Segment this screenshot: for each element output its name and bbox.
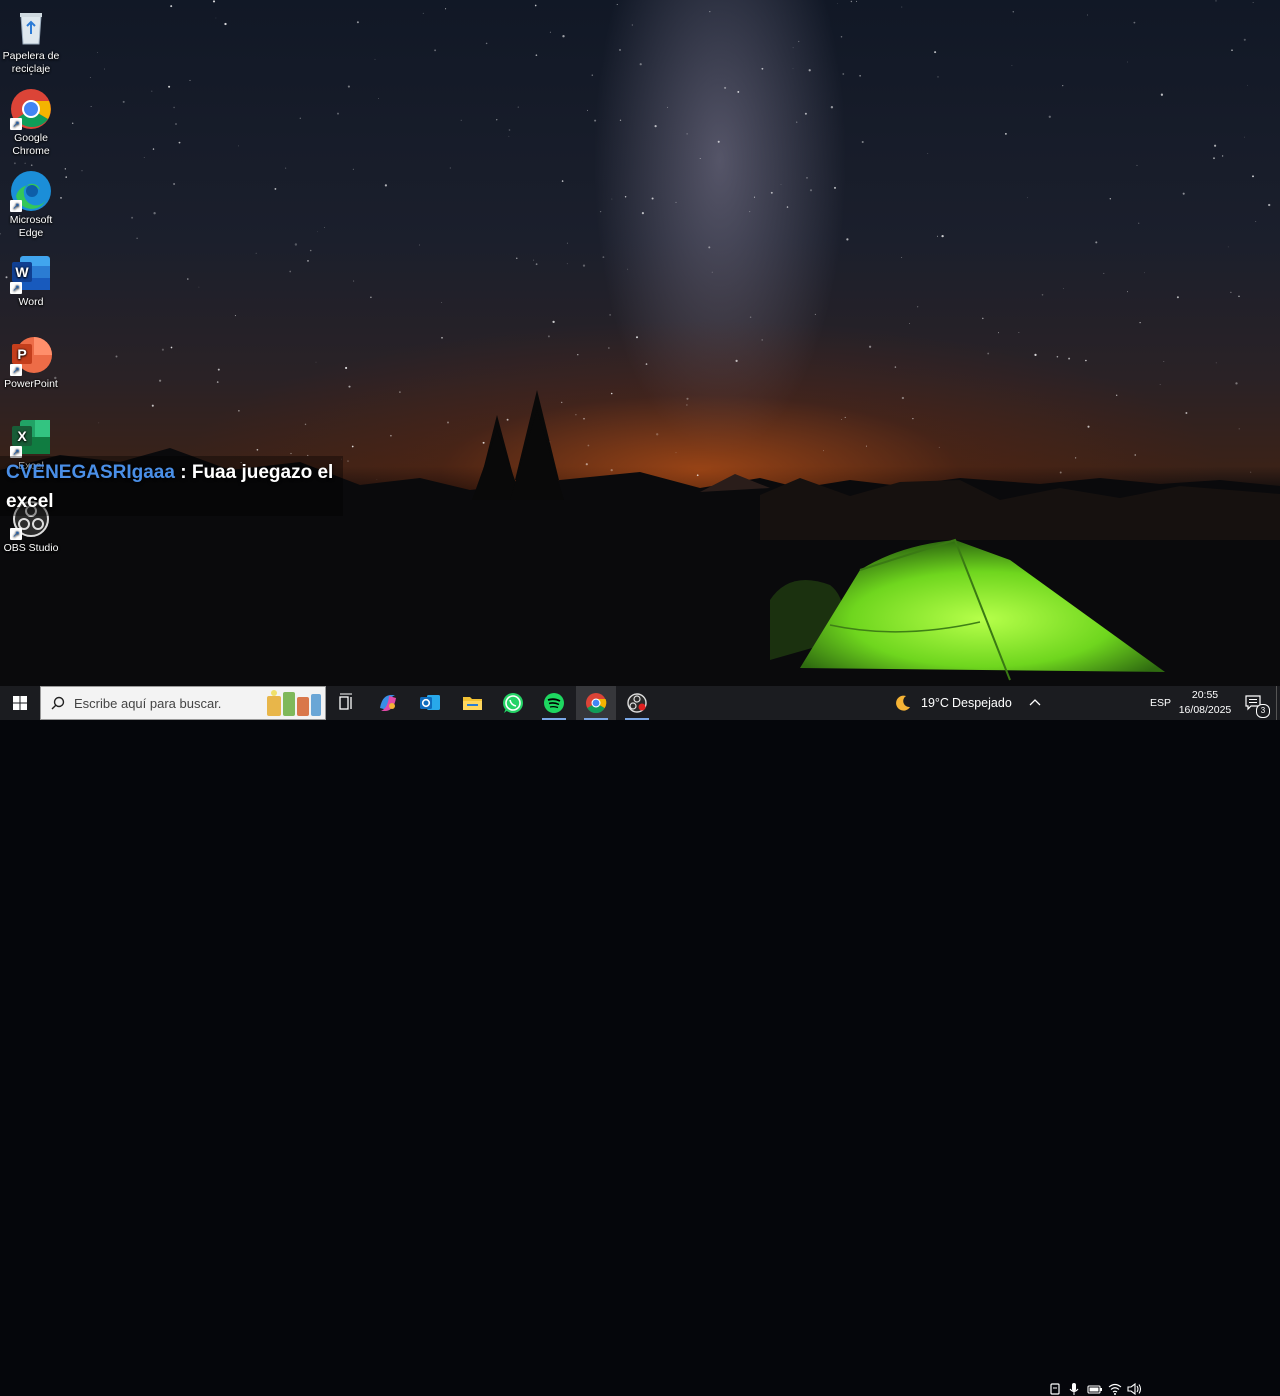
desktop-icon-label: Word: [18, 296, 44, 308]
copilot-button[interactable]: [368, 686, 408, 720]
desktop-icon-label: Microsoft Edge: [9, 214, 53, 239]
task-view-icon: [339, 693, 352, 710]
desktop-icon-label: PowerPoint: [4, 378, 58, 390]
obs-icon: [627, 693, 647, 713]
clock-time: 20:55: [1191, 689, 1219, 701]
desktop-icon-word[interactable]: W ↗ Word: [0, 248, 62, 309]
search-placeholder: Escribe aquí para buscar.: [74, 696, 222, 711]
taskbar: Escribe aquí para buscar. 19°C Despejado: [0, 686, 1280, 1396]
desktop-icon-microsoft-edge[interactable]: ↗ Microsoft Edge: [0, 166, 62, 240]
recycle-bin-icon: [10, 6, 52, 48]
chat-separator: :: [174, 462, 192, 483]
chevron-up-icon: [1029, 699, 1041, 706]
show-desktop-button[interactable]: [1276, 686, 1280, 720]
start-button[interactable]: [0, 686, 40, 720]
weather-widget[interactable]: 19°C Despejado: [890, 686, 1016, 720]
pine-trees: [472, 390, 564, 500]
shortcut-arrow-icon: ↗: [10, 118, 22, 130]
file-explorer-icon: [463, 697, 482, 710]
svg-text:X: X: [17, 428, 27, 444]
search-highlight-icon: [267, 690, 321, 716]
outlook-button[interactable]: [410, 686, 450, 720]
chat-username: CVENEGASRIgaaa: [6, 462, 175, 483]
whatsapp-icon: [503, 693, 523, 713]
shortcut-arrow-icon: ↗: [10, 528, 22, 540]
clock-button[interactable]: 20:55 16/08/2025: [1176, 686, 1234, 720]
moon-icon: [896, 695, 910, 711]
wifi-icon[interactable]: [1108, 1382, 1122, 1396]
clock-date: 16/08/2025: [1178, 704, 1232, 716]
outlook-icon: [420, 695, 440, 710]
chrome-button[interactable]: [576, 686, 616, 720]
desktop-icon-label: Papelera de reciclaje: [2, 50, 60, 75]
volume-icon[interactable]: [1127, 1382, 1143, 1396]
battery-icon[interactable]: [1087, 1382, 1103, 1396]
google-chrome-icon: ↗: [10, 88, 52, 130]
chrome-icon: [586, 693, 607, 714]
shortcut-arrow-icon: ↗: [10, 200, 22, 212]
device-icon[interactable]: [1048, 1382, 1062, 1396]
microsoft-edge-icon: ↗: [10, 170, 52, 212]
notification-center-button[interactable]: 3: [1240, 686, 1274, 720]
svg-text:W: W: [15, 264, 29, 280]
desktop-icon-powerpoint[interactable]: P ↗ PowerPoint: [0, 330, 62, 391]
search-icon: [51, 696, 65, 710]
windows-logo-icon: [13, 696, 27, 710]
spotify-icon: [544, 693, 564, 713]
shortcut-arrow-icon: ↗: [10, 364, 22, 376]
notification-count-badge: 3: [1256, 704, 1270, 718]
svg-text:P: P: [17, 346, 26, 362]
chat-message: CVENEGASRIgaaa : Fuaa juegazo el excel: [6, 458, 336, 516]
weather-temperature: 19°C: [921, 696, 949, 710]
language-indicator: ESP: [1150, 697, 1172, 709]
spotify-button[interactable]: [534, 686, 574, 720]
desktop-wallpaper: [0, 0, 1280, 686]
desktop-icon-label: OBS Studio: [3, 542, 59, 554]
weather-condition: Despejado: [952, 696, 1012, 710]
show-hidden-icons-button[interactable]: [1026, 686, 1044, 720]
obs-button[interactable]: [617, 686, 657, 720]
desktop-icon-google-chrome[interactable]: ↗ Google Chrome: [0, 84, 62, 158]
desktop-icon-label: Google Chrome: [12, 132, 50, 157]
word-icon: W ↗: [10, 252, 52, 294]
microphone-icon[interactable]: [1067, 1382, 1081, 1396]
taskbar-search-box[interactable]: Escribe aquí para buscar.: [40, 686, 326, 720]
shortcut-arrow-icon: ↗: [10, 282, 22, 294]
copilot-icon: [380, 695, 396, 711]
task-view-button[interactable]: [326, 686, 366, 720]
powerpoint-icon: P ↗: [10, 334, 52, 376]
excel-icon: X ↗: [10, 416, 52, 458]
whatsapp-button[interactable]: [493, 686, 533, 720]
desktop-icon-recycle-bin[interactable]: Papelera de reciclaje: [0, 2, 62, 76]
input-language-button[interactable]: ESP: [1146, 686, 1174, 720]
file-explorer-button[interactable]: [452, 686, 492, 720]
landscape-illustration: [0, 390, 1280, 686]
